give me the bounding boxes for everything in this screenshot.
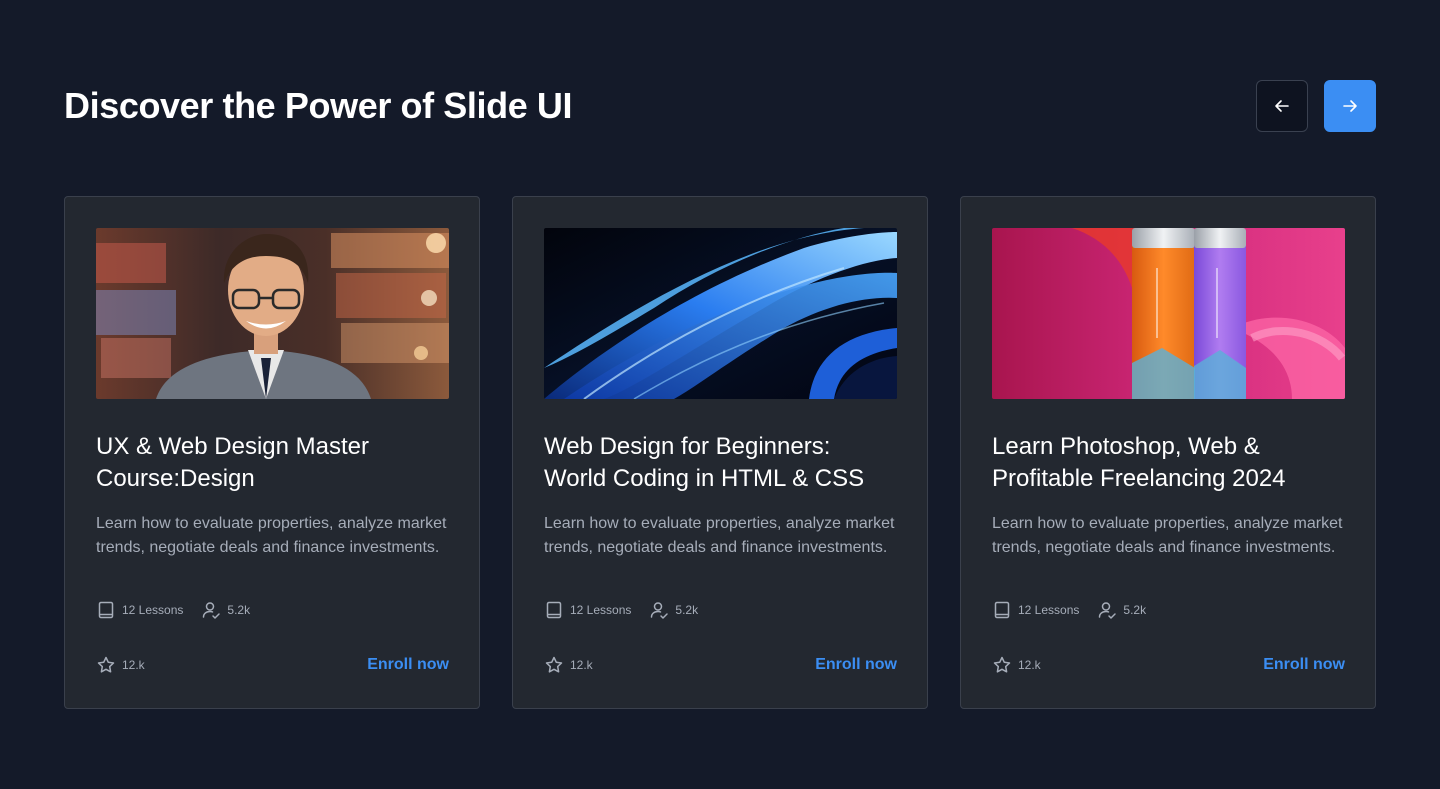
rating-value: 12.k [122, 658, 145, 672]
arrow-left-icon [1275, 100, 1289, 112]
star-icon [993, 656, 1011, 673]
students-label: 5.2k [1123, 603, 1147, 617]
course-meta: 12 Lessons 5.2k [96, 599, 268, 621]
lessons-count: 12 Lessons [544, 600, 631, 620]
course-description: Learn how to evaluate properties, analyz… [544, 515, 895, 556]
user-check-icon [203, 602, 221, 619]
book-icon [98, 601, 114, 619]
course-image-portrait[interactable] [96, 228, 449, 399]
course-meta: 12 Lessons 5.2k [544, 599, 716, 621]
card-footer: 12.k Enroll now [544, 655, 897, 677]
star-icon [97, 656, 115, 673]
arrow-right-icon [1343, 100, 1357, 112]
students-count: 5.2k [649, 600, 698, 620]
enroll-now-link[interactable]: Enroll now [367, 656, 449, 674]
lessons-label: 12 Lessons [1018, 603, 1080, 617]
course-image-waves[interactable] [544, 228, 897, 399]
course-title[interactable]: UX & Web Design Master Course:Design [96, 431, 449, 495]
card-footer: 12.k Enroll now [992, 655, 1345, 677]
page-title: Discover the Power of Slide UI [64, 85, 573, 126]
course-title[interactable]: Learn Photoshop, Web & Profitable Freela… [992, 431, 1345, 495]
rating: 12.k [96, 655, 145, 675]
course-image-cans[interactable] [992, 228, 1345, 399]
lessons-count: 12 Lessons [96, 600, 183, 620]
star-icon [545, 656, 563, 673]
course-meta: 12 Lessons 5.2k [992, 599, 1164, 621]
next-slide-button[interactable] [1324, 80, 1376, 132]
students-count: 5.2k [201, 600, 250, 620]
card-footer: 12.k Enroll now [96, 655, 449, 677]
course-card[interactable]: Web Design for Beginners: World Coding i… [512, 196, 928, 709]
lessons-label: 12 Lessons [122, 603, 184, 617]
lessons-label: 12 Lessons [570, 603, 632, 617]
book-icon [994, 601, 1010, 619]
students-count: 5.2k [1097, 600, 1146, 620]
course-card[interactable]: UX & Web Design Master Course:Design Lea… [64, 196, 480, 709]
rating-value: 12.k [570, 658, 593, 672]
book-icon [546, 601, 562, 619]
user-check-icon [651, 602, 669, 619]
rating: 12.k [992, 655, 1041, 675]
course-description: Learn how to evaluate properties, analyz… [992, 515, 1343, 556]
students-label: 5.2k [227, 603, 251, 617]
course-carousel: UX & Web Design Master Course:Design Lea… [64, 196, 1376, 709]
students-label: 5.2k [675, 603, 699, 617]
section-header: Discover the Power of Slide UI [64, 80, 1376, 132]
rating-value: 12.k [1018, 658, 1041, 672]
course-card[interactable]: Learn Photoshop, Web & Profitable Freela… [960, 196, 1376, 709]
course-description: Learn how to evaluate properties, analyz… [96, 515, 447, 556]
lessons-count: 12 Lessons [992, 600, 1079, 620]
enroll-now-link[interactable]: Enroll now [815, 656, 897, 674]
user-check-icon [1099, 602, 1117, 619]
previous-slide-button[interactable] [1256, 80, 1308, 132]
enroll-now-link[interactable]: Enroll now [1263, 656, 1345, 674]
course-title[interactable]: Web Design for Beginners: World Coding i… [544, 431, 897, 495]
rating: 12.k [544, 655, 593, 675]
